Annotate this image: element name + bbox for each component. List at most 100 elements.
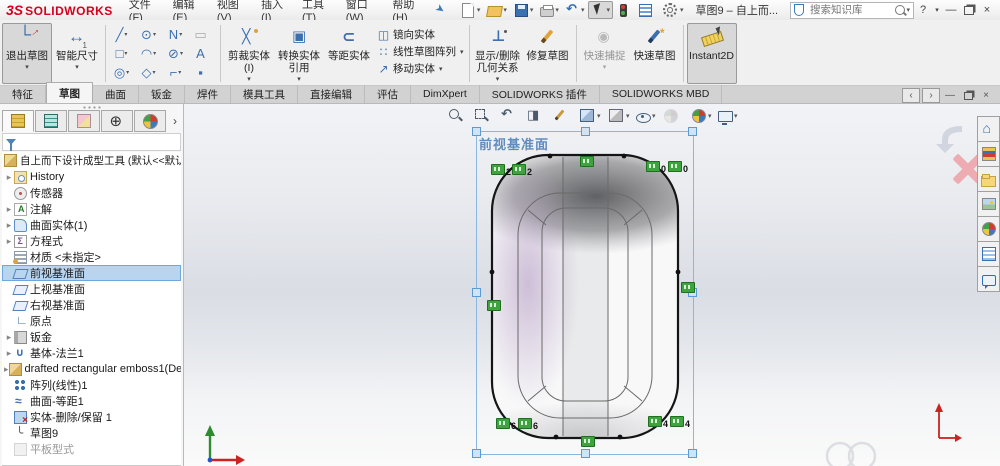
dropdown-caret-icon[interactable]: ▾: [503, 6, 507, 14]
toolbar-button[interactable]: [635, 1, 657, 20]
dropdown-caret-icon[interactable]: ▾: [530, 6, 534, 14]
ribbon-tab[interactable]: 草图: [46, 82, 93, 103]
panel-tab[interactable]: [101, 110, 133, 132]
ribbon-tab[interactable]: DimXpert: [411, 85, 480, 103]
dropdown-caret-icon[interactable]: ▾: [734, 112, 740, 120]
dropdown-caret-icon[interactable]: ▾: [626, 112, 632, 120]
selection-handle[interactable]: [688, 127, 697, 136]
sketch-relation-badge[interactable]: 4: [648, 416, 668, 429]
window-control-button[interactable]: [960, 2, 978, 18]
selection-handle[interactable]: [688, 449, 697, 458]
sketch-relation-badge[interactable]: [681, 282, 695, 293]
sketch-relation-badge[interactable]: [580, 156, 594, 167]
tree-item[interactable]: 前视基准面: [2, 265, 181, 281]
sketch-entity-button[interactable]: ⊘ ▾: [163, 44, 190, 63]
expand-arrow-icon[interactable]: ▸: [4, 332, 14, 343]
toolbar-button[interactable]: ▾: [537, 2, 562, 19]
sketch-relation-badge[interactable]: [581, 436, 595, 447]
task-pane-button[interactable]: [977, 216, 1000, 242]
document-window-button[interactable]: ›: [922, 88, 940, 103]
sketch-entity-button[interactable]: ▭: [190, 25, 217, 44]
sketch-entity-button[interactable]: A: [190, 44, 217, 63]
selection-handle[interactable]: [581, 449, 590, 458]
task-pane-button[interactable]: [977, 241, 1000, 267]
sketch-entity-button[interactable]: ⌐ ▾: [163, 63, 190, 82]
selection-handle[interactable]: [472, 288, 481, 297]
window-control-button[interactable]: ?: [914, 2, 932, 18]
sketch-relation-badge[interactable]: 4: [670, 416, 690, 429]
ribbon-tab[interactable]: 曲面: [93, 85, 139, 103]
ribbon-tab[interactable]: SOLIDWORKS MBD: [600, 85, 723, 103]
ribbon-button[interactable]: 显示/删除几何关系 ▾: [473, 23, 523, 84]
ribbon-button[interactable]: 退出草图 ▾: [2, 23, 52, 84]
toolbar-button[interactable]: ▾: [484, 1, 510, 19]
sketch-relation-badge[interactable]: [487, 300, 501, 311]
dropdown-caret-icon[interactable]: ▾: [439, 65, 443, 73]
dropdown-caret-icon[interactable]: ▾: [652, 112, 658, 120]
view-toolbar-button[interactable]: [472, 106, 498, 125]
ribbon-tab[interactable]: 钣金: [139, 85, 185, 103]
ribbon-tab[interactable]: 焊件: [185, 85, 231, 103]
graphics-area[interactable]: ▾ ▾ ▾ ▾ ▾: [184, 104, 1000, 466]
selection-handle[interactable]: [581, 127, 590, 136]
sketch-selection-box[interactable]: [476, 131, 694, 455]
tree-item[interactable]: 传感器: [2, 185, 181, 201]
tree-item[interactable]: 草图9: [2, 425, 181, 441]
panel-tab[interactable]: [134, 110, 166, 132]
document-window-button[interactable]: ‹: [902, 88, 920, 103]
expand-arrow-icon[interactable]: ▸: [4, 348, 14, 359]
sketch-entity-button[interactable]: ▪: [190, 63, 217, 82]
selection-handle[interactable]: [472, 449, 481, 458]
sketch-relation-badge[interactable]: 2: [491, 164, 511, 177]
dropdown-caret-icon[interactable]: ▾: [153, 50, 158, 57]
sketch-relation-badge[interactable]: 0: [646, 161, 666, 174]
dropdown-caret-icon[interactable]: ▾: [25, 63, 29, 71]
document-window-button[interactable]: —: [942, 89, 958, 102]
task-pane-button[interactable]: [977, 266, 1000, 292]
view-toolbar-button[interactable]: [524, 106, 550, 125]
dropdown-caret-icon[interactable]: ▾: [153, 31, 158, 38]
tree-filter-box[interactable]: [2, 133, 181, 151]
ribbon-tab[interactable]: 特征: [0, 85, 46, 103]
tree-item[interactable]: ▸ 方程式: [2, 233, 181, 249]
window-control-button[interactable]: —: [942, 2, 960, 18]
sketch-entity-button[interactable]: N ▾: [163, 25, 190, 44]
tree-item[interactable]: 阵列(线性)1: [2, 377, 181, 393]
ribbon-small-button[interactable]: ∷ 线性草图阵列 ▾: [374, 43, 466, 60]
task-pane-button[interactable]: [977, 116, 1000, 142]
tree-item[interactable]: ▸ History: [2, 169, 181, 185]
ribbon-button[interactable]: 快速捕捉 ▾: [580, 23, 630, 84]
dropdown-caret-icon[interactable]: ▾: [581, 6, 585, 14]
sketch-entity-button[interactable]: ⊙ ▾: [136, 25, 163, 44]
dropdown-caret-icon[interactable]: ▾: [75, 63, 79, 71]
ribbon-tab[interactable]: 模具工具: [231, 85, 298, 103]
dropdown-caret-icon[interactable]: ▾: [477, 6, 481, 14]
view-toolbar-button[interactable]: [550, 106, 576, 125]
toolbar-button[interactable]: [614, 2, 634, 19]
dropdown-caret-icon[interactable]: ▾: [680, 6, 684, 14]
tree-item[interactable]: 平板型式: [2, 441, 181, 457]
panel-expand-arrow-icon[interactable]: ›: [167, 114, 183, 128]
tree-item[interactable]: 原点: [2, 313, 181, 329]
window-control-button[interactable]: ▾: [932, 2, 942, 18]
sketch-entity-button[interactable]: ◇ ▾: [136, 63, 163, 82]
ribbon-button[interactable]: Instant2D: [686, 23, 737, 84]
view-toolbar-button[interactable]: ▾: [634, 107, 660, 125]
tree-item[interactable]: ▸ 钣金: [2, 329, 181, 345]
sketch-relation-badge[interactable]: 6: [518, 418, 538, 431]
ribbon-button[interactable]: 等距实体: [324, 23, 374, 84]
tree-item[interactable]: 曲面-等距1: [2, 393, 181, 409]
toolbar-button[interactable]: ▾: [563, 1, 588, 19]
dropdown-caret-icon[interactable]: ▾: [606, 6, 610, 14]
tree-item[interactable]: ▸ 曲面实体(1): [2, 217, 181, 233]
panel-tab[interactable]: [68, 110, 100, 132]
sketch-relation-badge[interactable]: 2: [512, 164, 532, 177]
toolbar-button[interactable]: ▾: [457, 1, 484, 20]
ribbon-button[interactable]: 剪裁实体(I) ▾: [224, 23, 274, 84]
view-toolbar-button[interactable]: ▾: [605, 105, 634, 126]
tree-item[interactable]: 上视基准面: [2, 281, 181, 297]
toolbar-button[interactable]: ▾: [511, 1, 537, 20]
toolbar-button[interactable]: ▾: [588, 1, 613, 19]
expand-arrow-icon[interactable]: ▸: [4, 236, 14, 247]
dropdown-caret-icon[interactable]: ▾: [597, 112, 603, 120]
